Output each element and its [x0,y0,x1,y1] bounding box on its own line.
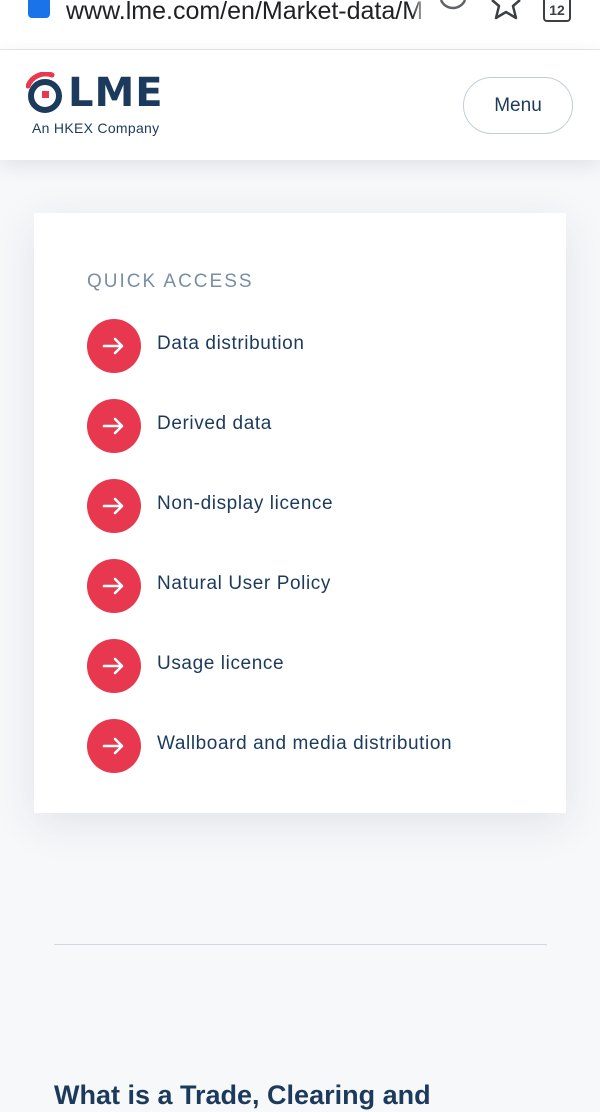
quick-access-link[interactable]: Data distribution [157,333,305,355]
quick-access-link[interactable]: Derived data [157,413,272,435]
quick-access-item-usage-licence[interactable]: Usage licence [87,639,547,693]
arrow-right-icon[interactable] [87,319,141,373]
logo-wordmark: LME [68,70,164,116]
section-heading: What is a Trade, Clearing and [54,1080,431,1111]
browser-address-bar: www.lme.com/en/Market-data/Ma 12 [0,0,600,50]
tabs-icon[interactable]: 12 [543,0,571,22]
arrow-right-icon[interactable] [87,399,141,453]
quick-access-item-wallboard-media[interactable]: Wallboard and media distribution [87,719,547,773]
arrow-right-icon[interactable] [87,719,141,773]
menu-button[interactable]: Menu [463,77,573,134]
quick-access-card: QUICK ACCESS Data distribution Derived d… [34,213,566,813]
lock-icon[interactable] [28,0,50,18]
quick-access-link[interactable]: Usage licence [157,653,284,675]
quick-access-item-natural-user-policy[interactable]: Natural User Policy [87,559,547,613]
quick-access-item-derived-data[interactable]: Derived data [87,399,547,453]
quick-access-item-data-distribution[interactable]: Data distribution [87,319,547,373]
arrow-right-icon[interactable] [87,639,141,693]
quick-access-title: QUICK ACCESS [87,270,254,292]
arrow-right-icon[interactable] [87,479,141,533]
quick-access-list: Data distribution Derived data Non-displ… [87,319,547,799]
site-header: LME An HKEX Company Menu [0,50,600,160]
star-icon[interactable] [488,0,524,26]
url-field[interactable]: www.lme.com/en/Market-data/Ma [66,0,422,28]
lme-logo[interactable]: LME An HKEX Company [26,70,186,142]
arrow-right-icon[interactable] [87,559,141,613]
reload-icon[interactable] [436,0,470,24]
section-divider [54,944,547,945]
logo-tagline: An HKEX Company [32,120,160,136]
quick-access-link[interactable]: Natural User Policy [157,573,331,595]
url-fade [412,0,428,28]
quick-access-item-non-display-licence[interactable]: Non-display licence [87,479,547,533]
quick-access-link[interactable]: Non-display licence [157,493,333,515]
quick-access-link[interactable]: Wallboard and media distribution [157,733,452,755]
lme-logo-mark-icon [26,72,62,113]
